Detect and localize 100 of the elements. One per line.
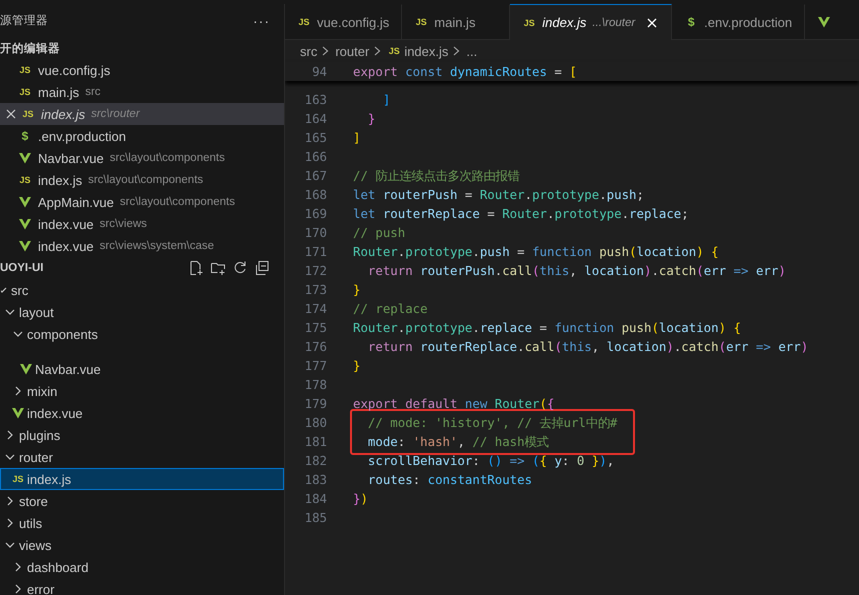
file-name: index.js xyxy=(41,106,86,122)
line-number: 168 xyxy=(304,186,328,204)
folder-item[interactable]: src xyxy=(0,279,284,301)
open-editor-item[interactable]: JS index.js src\router xyxy=(0,103,284,125)
close-icon[interactable] xyxy=(645,16,660,30)
js-file-icon: JS xyxy=(18,85,32,99)
new-file-icon[interactable] xyxy=(188,260,204,276)
refresh-icon[interactable] xyxy=(232,260,248,276)
file-item[interactable]: JS index.js xyxy=(0,468,284,490)
vue-file-icon xyxy=(18,151,32,165)
more-actions-button[interactable]: ··· xyxy=(253,12,270,28)
new-folder-icon[interactable] xyxy=(210,260,226,276)
open-editor-item[interactable]: index.vue src\views\system\case xyxy=(0,235,284,257)
file-path: src\views\system\case xyxy=(100,240,214,252)
breadcrumb-item[interactable]: ... xyxy=(466,44,478,58)
folder-item[interactable]: components xyxy=(0,323,284,345)
line-number: 184 xyxy=(304,490,328,508)
folder-item[interactable]: plugins xyxy=(0,424,284,446)
code-line: // mode: 'history', // 去掉url中的# xyxy=(366,414,618,432)
folder-item[interactable]: utils xyxy=(0,512,284,534)
section-header[interactable]: UOYI-UI xyxy=(0,262,44,274)
file-item[interactable]: Navbar.vue xyxy=(0,358,284,380)
js-file-icon: JS xyxy=(21,107,35,121)
js-file-icon: JS xyxy=(11,472,25,486)
file-name: index.js xyxy=(38,172,82,188)
vue-file-icon xyxy=(11,406,25,420)
line-number: 163 xyxy=(304,91,328,109)
folder-item[interactable]: views xyxy=(0,534,284,556)
file-path: src xyxy=(85,86,101,98)
code-line: ] xyxy=(353,129,362,147)
vue-file-icon xyxy=(18,195,32,209)
code-line: } xyxy=(353,357,362,375)
breadcrumb-item[interactable]: router xyxy=(335,44,370,58)
code-line: // 防止连续点击多次路由报错 xyxy=(353,167,520,185)
open-editor-item[interactable]: AppMain.vue src\layout\components xyxy=(0,191,284,213)
vue-file-icon xyxy=(18,217,32,231)
dollar-file-icon: $ xyxy=(684,15,698,29)
line-number: 176 xyxy=(304,338,328,356)
breadcrumb-item[interactable]: src xyxy=(300,44,318,58)
vue-file-icon xyxy=(19,362,33,376)
code-line: scrollBehavior: () => ({ y: 0 }), xyxy=(366,452,616,470)
js-file-icon: JS xyxy=(414,15,428,29)
line-number: 167 xyxy=(304,167,328,185)
open-editor-item[interactable]: Navbar.vue src\layout\components xyxy=(0,147,284,169)
file-name: AppMain.vue xyxy=(38,194,114,210)
section-header[interactable]: 开的编辑器 xyxy=(0,40,60,56)
code-line: } xyxy=(366,110,376,128)
code-line: }) xyxy=(353,490,369,508)
folder-name: error xyxy=(27,582,54,595)
breadcrumb-item[interactable]: JS index.js xyxy=(387,44,448,58)
folder-item[interactable]: error xyxy=(0,578,284,595)
open-editor-item[interactable]: JS index.js src\layout\components xyxy=(0,169,284,191)
folder-item[interactable]: mixin xyxy=(0,380,284,402)
line-number: 177 xyxy=(304,357,328,375)
file-name: vue.config.js xyxy=(38,62,110,78)
code-line: routes: constantRoutes xyxy=(366,471,534,489)
code-line: export const dynamicRoutes = [ xyxy=(353,63,577,81)
open-editor-item[interactable]: JS vue.config.js xyxy=(0,59,284,81)
folder-item[interactable]: router xyxy=(0,446,284,468)
line-number: 174 xyxy=(304,300,328,318)
folder-name: router xyxy=(19,450,53,464)
line-number: 169 xyxy=(304,205,328,223)
editor-tab[interactable]: JS index.js ...\router xyxy=(510,4,672,40)
code-line: return routerPush.call(this, location).catch(err => err) xyxy=(366,262,787,280)
js-file-icon: JS xyxy=(297,15,311,29)
line-number: 181 xyxy=(304,433,328,451)
js-file-icon: JS xyxy=(18,173,32,187)
line-number: 175 xyxy=(304,319,328,337)
open-editor-item[interactable]: $ .env.production xyxy=(0,125,284,147)
folder-name: dashboard xyxy=(27,560,88,574)
code-line: return routerReplace.call(this, location).catch(err => err) xyxy=(366,338,808,356)
vue-file-icon xyxy=(18,239,32,253)
folder-item[interactable]: dashboard xyxy=(0,556,284,578)
file-path: src\router xyxy=(91,108,140,120)
folder-name: mixin xyxy=(27,384,58,398)
code-line: mode: 'hash', // hash模式 xyxy=(366,433,550,451)
file-name: .env.production xyxy=(38,128,126,144)
explorer-title: 源管理器 xyxy=(0,14,48,28)
code-line: let routerReplace = Router.prototype.replace; xyxy=(353,205,690,223)
open-editor-item[interactable]: JS main.js src xyxy=(0,81,284,103)
file-name: index.js xyxy=(27,472,72,486)
line-number: 183 xyxy=(304,471,328,489)
file-path: src\layout\components xyxy=(88,174,204,186)
vue-file-icon xyxy=(817,15,832,29)
folder-item[interactable]: store xyxy=(0,490,284,512)
line-number: 166 xyxy=(304,148,328,166)
line-number: 165 xyxy=(304,129,328,147)
code-line: export default new Router({ xyxy=(353,395,556,413)
open-editor-item[interactable]: index.vue src\views xyxy=(0,213,284,235)
file-item[interactable]: index.vue xyxy=(0,402,284,424)
line-number: 170 xyxy=(304,224,328,242)
file-name: main.js xyxy=(38,84,80,100)
folder-name: plugins xyxy=(19,428,60,442)
folder-item[interactable]: layout xyxy=(0,301,284,323)
file-name: Navbar.vue xyxy=(38,150,104,166)
collapse-all-icon[interactable] xyxy=(254,260,270,276)
dollar-file-icon: $ xyxy=(18,129,32,143)
close-icon[interactable] xyxy=(4,107,18,121)
line-number: 182 xyxy=(304,452,328,470)
line-number: 94 xyxy=(311,63,328,81)
